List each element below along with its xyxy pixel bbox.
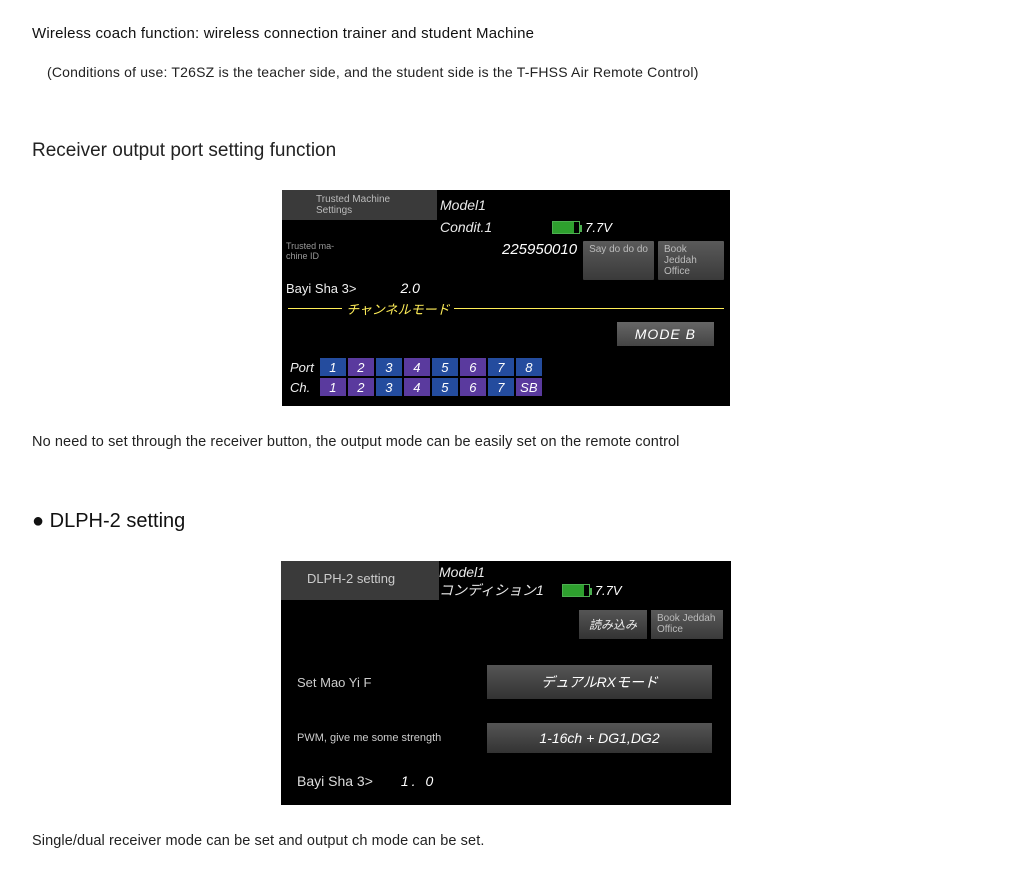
battery-icon — [552, 221, 580, 234]
port-row: Port 1 2 3 4 5 6 7 8 — [290, 358, 542, 376]
battery-icon — [562, 584, 590, 597]
port-cell[interactable]: 8 — [516, 358, 542, 376]
battery-voltage: 7.7V — [595, 583, 622, 598]
port-channel-table: Port 1 2 3 4 5 6 7 8 Ch. 1 2 3 — [288, 356, 544, 398]
section1-caption: No need to set through the receiver butt… — [32, 434, 980, 450]
channel-row-label: Ch. — [290, 378, 318, 396]
book-button[interactable]: Book Jeddah Office — [651, 610, 723, 639]
section1-heading: Receiver output port setting function — [32, 140, 980, 162]
machine-id-value: 225950010 — [502, 241, 577, 258]
port-row-label: Port — [290, 358, 318, 376]
ch-cell[interactable]: 5 — [432, 378, 458, 396]
ch-cell[interactable]: 6 — [460, 378, 486, 396]
rx-mode-label: Set Mao Yi F — [297, 675, 487, 690]
mode-button[interactable]: MODE B — [617, 322, 714, 346]
port-cell[interactable]: 1 — [320, 358, 346, 376]
dlph2-settings-screenshot: DLPH-2 setting Model1 コンディション1 7.7V 読み込み… — [281, 561, 731, 805]
settings-title-tab: Trusted Machine Settings — [282, 190, 437, 220]
battery-voltage: 7.7V — [585, 220, 612, 235]
intro-line1: Wireless coach function: wireless connec… — [32, 25, 980, 42]
machine-id-label: Trusted ma-chine ID — [286, 241, 346, 261]
rx-mode-button[interactable]: デュアルRXモード — [487, 665, 712, 699]
receiver-settings-screenshot: Trusted Machine Settings Model1 Condit.1… — [282, 190, 730, 406]
version-value: 2.0 — [400, 280, 419, 296]
ch-cell[interactable]: SB — [516, 378, 542, 396]
section2-caption: Single/dual receiver mode can be set and… — [32, 833, 980, 849]
section2-heading: ● DLPH-2 setting — [32, 510, 980, 533]
bayi-label: Bayi Sha 3> — [297, 773, 373, 789]
pwm-label: PWM, give me some strength — [297, 732, 487, 744]
port-cell[interactable]: 3 — [376, 358, 402, 376]
condition-label: Condit.1 — [440, 219, 492, 235]
book-button[interactable]: Book Jeddah Office — [658, 241, 724, 280]
ch-cell[interactable]: 3 — [376, 378, 402, 396]
read-button[interactable]: 読み込み — [579, 610, 647, 639]
port-cell[interactable]: 5 — [432, 358, 458, 376]
model-label: Model1 — [440, 197, 486, 213]
ch-cell[interactable]: 2 — [348, 378, 374, 396]
model-label: Model1 — [439, 564, 731, 580]
bayi-value: 1. 0 — [401, 773, 436, 789]
port-cell[interactable]: 2 — [348, 358, 374, 376]
condition-label: コンディション1 — [439, 580, 544, 600]
intro-line2: (Conditions of use: T26SZ is the teacher… — [47, 64, 980, 80]
port-cell[interactable]: 4 — [404, 358, 430, 376]
battery-indicator: 7.7V — [562, 583, 622, 598]
ch-cell[interactable]: 4 — [404, 378, 430, 396]
bayi-label: Bayi Sha 3> — [286, 281, 356, 296]
channel-row: Ch. 1 2 3 4 5 6 7 SB — [290, 378, 542, 396]
port-cell[interactable]: 7 — [488, 358, 514, 376]
read-button[interactable]: Say do do do — [583, 241, 654, 280]
pwm-value-button[interactable]: 1-16ch + DG1,DG2 — [487, 723, 712, 753]
battery-indicator: 7.7V — [552, 220, 612, 235]
channel-mode-label: チャンネルモード — [342, 299, 454, 318]
ch-cell[interactable]: 1 — [320, 378, 346, 396]
dlph2-title-tab: DLPH-2 setting — [281, 561, 439, 600]
ch-cell[interactable]: 7 — [488, 378, 514, 396]
port-cell[interactable]: 6 — [460, 358, 486, 376]
